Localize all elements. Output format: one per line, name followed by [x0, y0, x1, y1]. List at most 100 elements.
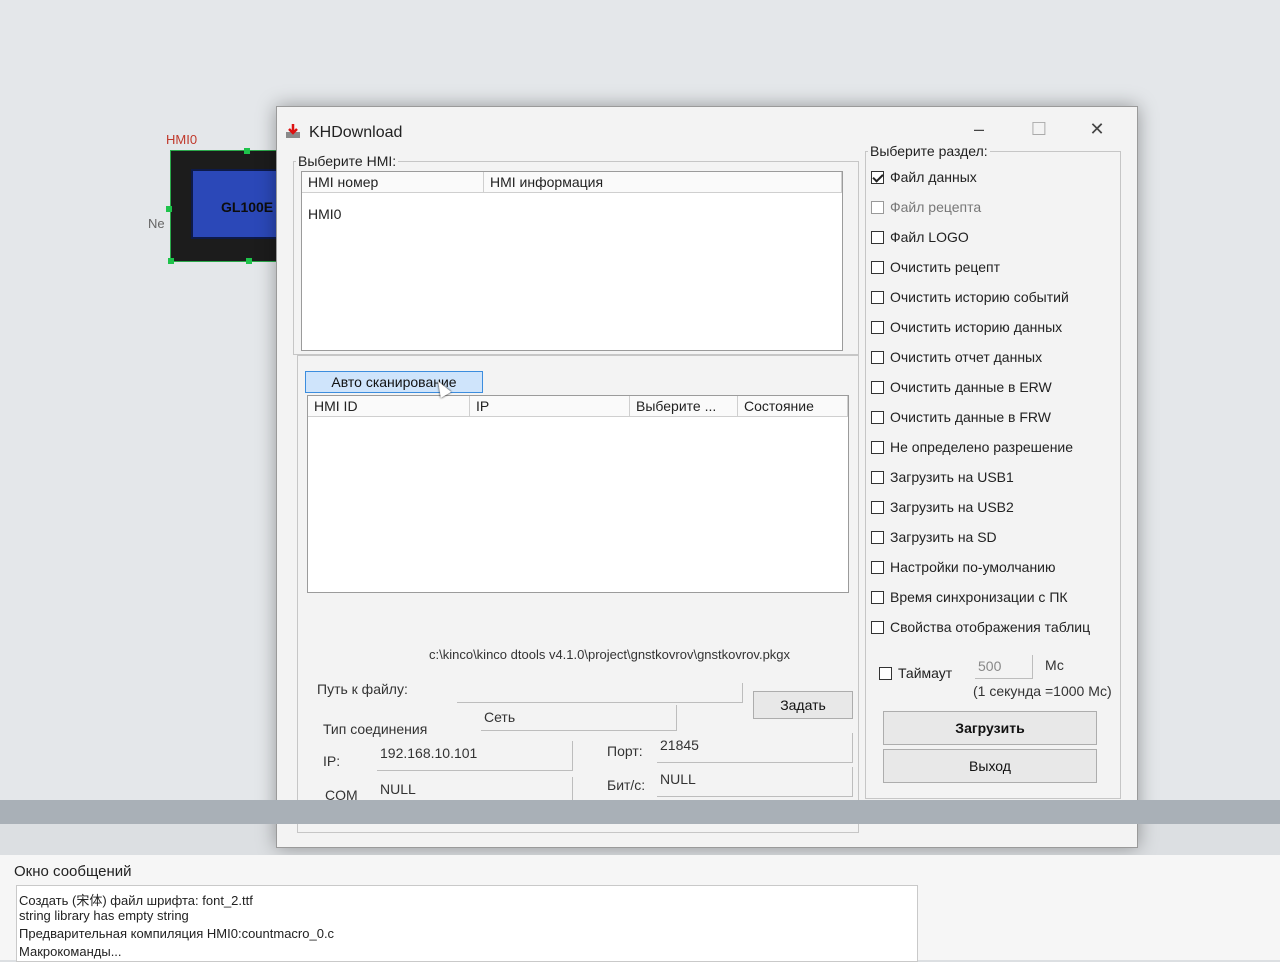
net-label: Ne	[148, 216, 165, 231]
col-select[interactable]: Выберите ...	[630, 396, 738, 416]
section-checkbox-label: Очистить историю данных	[890, 319, 1063, 335]
section-checkbox-row[interactable]: Время синхронизации с ПК	[871, 587, 1068, 607]
selection-handle[interactable]	[244, 148, 250, 154]
col-hmi-id[interactable]: HMI ID	[308, 396, 470, 416]
timeout-unit: Мс	[1045, 657, 1064, 673]
set-path-button[interactable]: Задать	[753, 691, 853, 719]
section-checkbox-label: Очистить историю событий	[890, 289, 1069, 305]
section-checkbox-label: Очистить данные в FRW	[890, 409, 1051, 425]
col-hmi-number[interactable]: HMI номер	[302, 172, 484, 192]
section-checkbox-label: Очистить рецепт	[890, 259, 1001, 275]
timeout-input[interactable]: 500	[975, 655, 1033, 679]
hmi-list-header: HMI номер HMI информация	[302, 172, 842, 193]
section-checkbox-label: Файл данных	[890, 169, 977, 185]
khdownload-dialog: KHDownload – ☐ ✕ Выберите HMI: HMI номер…	[276, 106, 1138, 848]
hmi-list-row[interactable]: HMI0	[308, 206, 341, 222]
minimize-icon[interactable]: –	[957, 115, 1001, 143]
scan-list-header: HMI ID IP Выберите ... Состояние	[308, 396, 848, 417]
col-status[interactable]: Состояние	[738, 396, 848, 416]
timeout-label: Таймаут	[898, 665, 953, 681]
ip-input[interactable]: 192.168.10.101	[377, 741, 573, 771]
section-checkbox[interactable]	[871, 620, 884, 634]
section-checkbox[interactable]	[871, 410, 884, 424]
section-checkbox[interactable]	[871, 200, 884, 214]
section-checkbox[interactable]	[871, 380, 884, 394]
section-checkbox-row[interactable]: Очистить рецепт	[871, 257, 1000, 277]
section-checkbox-row[interactable]: Очистить историю данных	[871, 317, 1062, 337]
section-checkbox-list: Файл данных Файл рецепта Файл LOGO Очистить…	[871, 167, 1121, 707]
message-list[interactable]: Создать (宋体) файл шрифта: font_2.ttf str…	[16, 885, 918, 962]
connection-type-select[interactable]: Сеть	[481, 705, 677, 731]
select-hmi-legend: Выберите HMI:	[298, 153, 397, 169]
port-label: Порт:	[607, 743, 643, 759]
hmi-label: HMI0	[166, 132, 198, 147]
section-checkbox-label: Файл рецепта	[890, 199, 982, 215]
message-window: Окно сообщений Создать (宋体) файл шрифта:…	[0, 855, 1280, 962]
section-checkbox[interactable]	[871, 230, 884, 244]
section-checkbox-label: Очистить данные в ERW	[890, 379, 1052, 395]
section-checkbox-row[interactable]: Настройки по-умолчанию	[871, 557, 1056, 577]
section-checkbox-label: Не определено разрешение	[890, 439, 1074, 455]
scan-results-list[interactable]: HMI ID IP Выберите ... Состояние	[307, 395, 849, 593]
section-checkbox[interactable]	[871, 290, 884, 304]
download-app-icon	[286, 124, 300, 138]
file-path-field[interactable]	[457, 683, 743, 703]
section-checkbox-row[interactable]: Файл LOGO	[871, 227, 969, 247]
port-input[interactable]: 21845	[657, 733, 853, 763]
timeout-checkbox-row[interactable]: Таймаут	[879, 663, 952, 683]
selection-handle[interactable]	[166, 206, 172, 212]
section-checkbox-label: Очистить отчет данных	[890, 349, 1043, 365]
section-checkbox[interactable]	[871, 530, 884, 544]
selection-handle[interactable]	[246, 258, 252, 264]
section-checkbox-row[interactable]: Очистить историю событий	[871, 287, 1069, 307]
ip-label: IP:	[323, 753, 341, 769]
message-line: string library has empty string	[19, 908, 189, 923]
auto-scan-button[interactable]: Авто сканирование	[305, 371, 483, 393]
baud-label: Бит/с:	[607, 777, 646, 793]
col-ip[interactable]: IP	[470, 396, 630, 416]
section-checkbox[interactable]	[871, 320, 884, 334]
maximize-icon[interactable]: ☐	[1017, 115, 1061, 143]
section-checkbox[interactable]	[871, 440, 884, 454]
section-checkbox-label: Загрузить на SD	[890, 529, 997, 545]
section-checkbox-label: Файл LOGO	[890, 229, 969, 245]
timeout-checkbox[interactable]	[879, 666, 892, 680]
section-checkbox[interactable]	[871, 350, 884, 364]
message-line: Создать (宋体) файл шрифта: font_2.ttf	[19, 893, 253, 908]
section-checkbox-row[interactable]: Загрузить на USB2	[871, 497, 1014, 517]
splitter-bar[interactable]	[0, 800, 1280, 824]
section-checkbox-label: Время синхронизации с ПК	[890, 589, 1068, 605]
section-checkbox-label: Загрузить на USB1	[890, 469, 1014, 485]
col-hmi-info[interactable]: HMI информация	[484, 172, 842, 192]
section-checkbox-row[interactable]: Файл рецепта	[871, 197, 981, 217]
section-checkbox[interactable]	[871, 500, 884, 514]
section-checkbox[interactable]	[871, 260, 884, 274]
section-checkbox-row[interactable]: Очистить данные в FRW	[871, 407, 1051, 427]
hmi-device-graphic[interactable]: GL100E	[170, 150, 286, 262]
download-button[interactable]: Загрузить	[883, 711, 1097, 745]
hmi-list[interactable]: HMI номер HMI информация HMI0	[301, 171, 843, 351]
section-checkbox-row[interactable]: Загрузить на USB1	[871, 467, 1014, 487]
section-checkbox-row[interactable]: Очистить данные в ERW	[871, 377, 1052, 397]
section-checkbox-row[interactable]: Очистить отчет данных	[871, 347, 1042, 367]
message-line: Макрокоманды...	[19, 944, 122, 959]
section-checkbox-row[interactable]: Свойства отображения таблиц	[871, 617, 1090, 637]
section-checkbox-row[interactable]: Загрузить на SD	[871, 527, 997, 547]
section-checkbox-row[interactable]: Не определено разрешение	[871, 437, 1073, 457]
message-window-title: Окно сообщений	[14, 863, 132, 880]
section-checkbox-label: Настройки по-умолчанию	[890, 559, 1056, 575]
section-checkbox-label: Свойства отображения таблиц	[890, 619, 1091, 635]
section-checkbox[interactable]	[871, 170, 884, 184]
dialog-title: KHDownload	[309, 124, 403, 141]
section-checkbox[interactable]	[871, 470, 884, 484]
section-checkbox-row[interactable]: Файл данных	[871, 167, 977, 187]
selection-handle[interactable]	[168, 258, 174, 264]
section-checkbox[interactable]	[871, 560, 884, 574]
connection-type-label: Тип соединения	[323, 721, 428, 737]
baud-select[interactable]: NULL	[657, 767, 853, 797]
exit-button[interactable]: Выход	[883, 749, 1097, 783]
timeout-hint: (1 секунда =1000 Мс)	[973, 683, 1112, 699]
section-checkbox[interactable]	[871, 590, 884, 604]
message-line: Предварительная компиляция HMI0:countmac…	[19, 926, 335, 941]
close-icon[interactable]: ✕	[1075, 115, 1119, 143]
